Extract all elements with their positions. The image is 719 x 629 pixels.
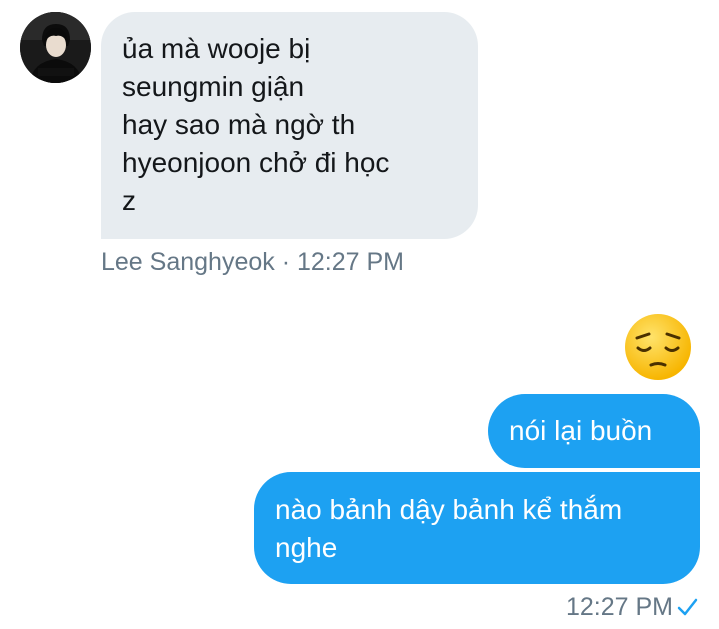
meta-separator: ·	[281, 248, 291, 276]
message-timestamp: 12:27 PM	[565, 593, 673, 621]
message-line: ủa mà wooje bị	[122, 33, 311, 64]
message-line: nào bảnh dậy bảnh kể thắm	[275, 494, 623, 525]
message-text: nói lại buồn	[509, 415, 653, 446]
avatar-image	[20, 12, 91, 83]
message-timestamp: 12:27 PM	[297, 248, 405, 276]
outgoing-message-bubble[interactable]: nói lại buồn	[488, 394, 700, 468]
message-line: hyeonjoon chở đi học	[122, 147, 390, 178]
outgoing-message-bubble[interactable]: nào bảnh dậy bảnh kể thắm nghe	[254, 472, 700, 584]
checkmark-icon	[675, 595, 699, 619]
message-line: seungmin giận	[122, 71, 305, 102]
sender-name[interactable]: Lee Sanghyeok	[101, 248, 275, 276]
message-line: z	[122, 185, 136, 216]
message-line: nghe	[275, 532, 338, 563]
incoming-message-bubble[interactable]: ủa mà wooje bị seungmin giận hay sao mà …	[101, 12, 478, 239]
incoming-message-meta: Lee Sanghyeok · 12:27 PM	[101, 247, 404, 277]
user-avatar-icon[interactable]	[20, 12, 91, 83]
message-line: hay sao mà ngờ th	[122, 109, 356, 140]
pensive-face-emoji[interactable]	[623, 312, 693, 382]
outgoing-message-meta: 12:27 PM	[566, 592, 699, 622]
